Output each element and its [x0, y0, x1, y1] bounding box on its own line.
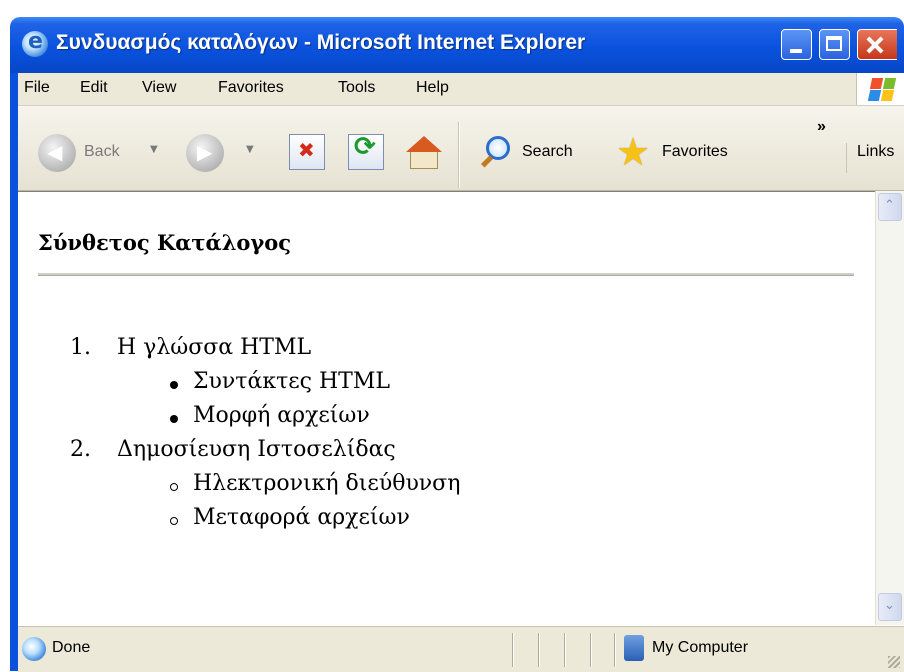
list-item: Μεταφορά αρχείων: [193, 505, 410, 530]
list-number: 1.: [70, 335, 91, 360]
close-button[interactable]: [857, 29, 897, 60]
search-icon[interactable]: [478, 134, 514, 170]
bullet-circle-icon: [170, 517, 178, 525]
status-separator: [564, 633, 565, 667]
status-separator: [538, 633, 539, 667]
back-dropdown-icon[interactable]: ▼: [150, 144, 158, 155]
favorites-button-label[interactable]: Favorites: [662, 143, 728, 161]
forward-arrow-icon[interactable]: [186, 134, 224, 172]
menu-help[interactable]: Help: [416, 79, 449, 97]
toolbar-overflow-chevron[interactable]: »: [817, 118, 826, 136]
list-item: Μορφή αρχείων: [193, 403, 370, 428]
page-content: Σύνθετος Κατάλογος 1. Η γλώσσα HTML Συντ…: [18, 191, 875, 626]
forward-dropdown-icon[interactable]: ▼: [246, 144, 254, 155]
windows-logo-icon: [856, 73, 904, 105]
favorites-star-icon[interactable]: ★: [616, 133, 652, 171]
list-item: Δημοσίευση Ιστοσελίδας: [117, 437, 396, 462]
refresh-icon[interactable]: [348, 132, 384, 170]
my-computer-icon: [624, 635, 644, 661]
status-separator: [590, 633, 591, 667]
resize-grip[interactable]: [888, 656, 900, 668]
window-frame: [10, 73, 18, 671]
home-icon[interactable]: [406, 134, 442, 170]
toolbar-separator: [458, 122, 459, 188]
list-item: Η γλώσσα HTML: [117, 335, 312, 360]
links-button[interactable]: Links: [846, 143, 894, 173]
status-separator: [614, 633, 615, 667]
list-number: 2.: [70, 437, 91, 462]
scroll-down-icon[interactable]: [878, 593, 902, 621]
page-title: Σύνθετος Κατάλογος: [38, 230, 292, 255]
minimize-button[interactable]: [781, 29, 812, 60]
ie-icon[interactable]: [22, 29, 48, 57]
list-item: Ηλεκτρονική διεύθυνση: [193, 471, 461, 496]
menu-tools[interactable]: Tools: [338, 79, 375, 97]
menu-view[interactable]: View: [142, 79, 176, 97]
scroll-up-icon[interactable]: [878, 193, 902, 221]
page-status-icon: [22, 637, 46, 661]
back-arrow-icon[interactable]: [38, 134, 76, 172]
window-title: Συνδυασμός καταλόγων - Microsoft Interne…: [56, 31, 586, 54]
back-button-label[interactable]: Back: [84, 143, 120, 161]
menu-favorites[interactable]: Favorites: [218, 79, 284, 97]
menu-bar: File Edit View Favorites Tools Help: [18, 73, 904, 106]
bullet-disc-icon: [170, 381, 178, 389]
stop-icon[interactable]: [289, 134, 325, 170]
bullet-disc-icon: [170, 415, 178, 423]
security-zone: My Computer: [652, 639, 749, 656]
status-bar: Done My Computer: [18, 626, 904, 672]
horizontal-rule: [38, 273, 854, 276]
search-button-label[interactable]: Search: [522, 143, 573, 161]
status-text: Done: [52, 639, 91, 656]
menu-edit[interactable]: Edit: [80, 79, 108, 97]
maximize-button[interactable]: [819, 29, 850, 60]
status-separator: [512, 633, 513, 667]
toolbar: Back ▼ ▼ Search ★ Favorites » Links: [18, 106, 904, 191]
vertical-scrollbar[interactable]: [875, 191, 904, 625]
bullet-circle-icon: [170, 483, 178, 491]
menu-file[interactable]: File: [24, 79, 50, 97]
title-bar[interactable]: Συνδυασμός καταλόγων - Microsoft Interne…: [10, 17, 904, 73]
list-item: Συντάκτες HTML: [193, 369, 390, 394]
